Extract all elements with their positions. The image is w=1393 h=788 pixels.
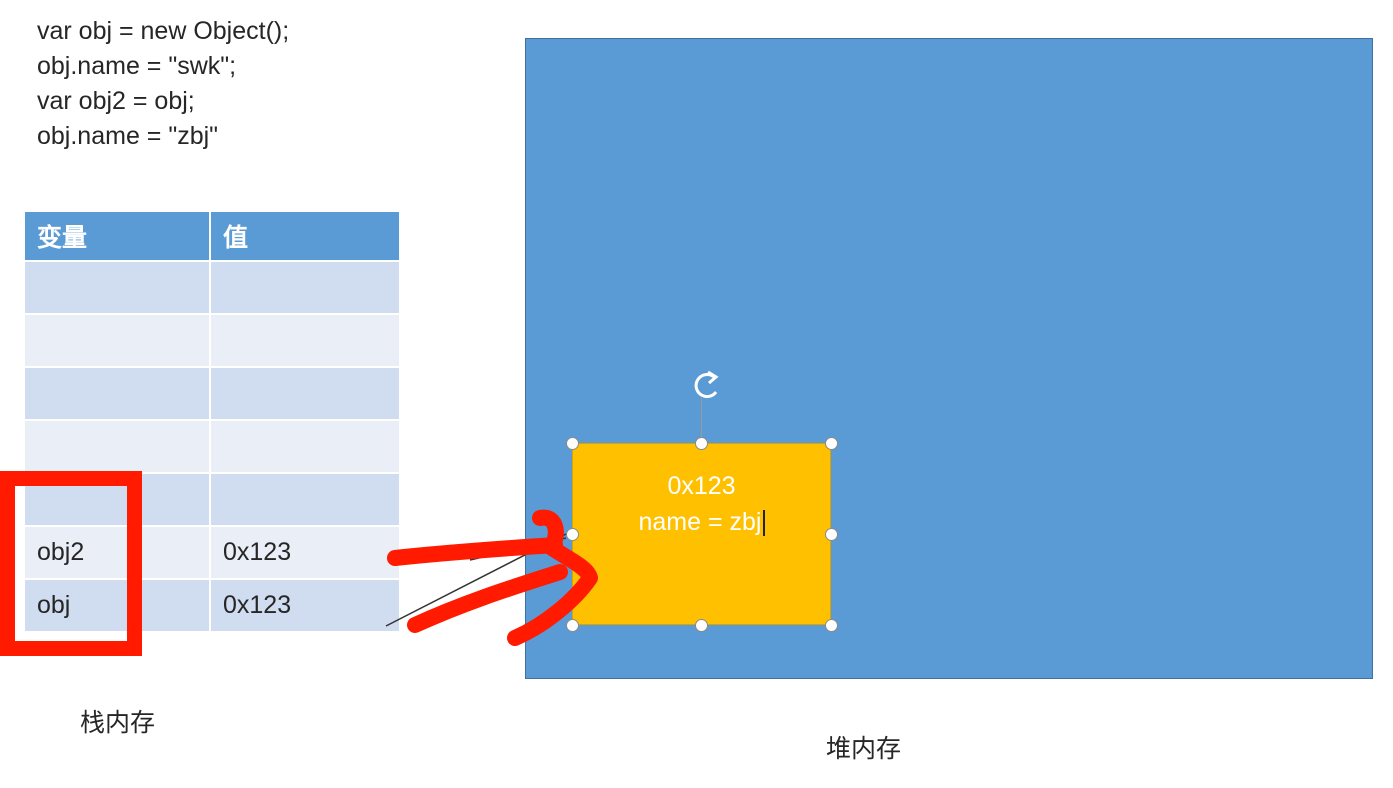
table-row (25, 421, 399, 474)
code-line: var obj2 = obj; (37, 87, 195, 115)
resize-handle[interactable] (825, 619, 838, 632)
table-header-row: 变量 值 (25, 212, 399, 262)
table-row (25, 368, 399, 421)
object-property: name = zbj (638, 508, 762, 536)
value-cell (211, 474, 399, 527)
resize-handle[interactable] (825, 437, 838, 450)
table-row (25, 262, 399, 315)
code-snippet: var obj = new Object(); obj.name = "swk"… (37, 14, 289, 154)
text-caret (762, 510, 765, 537)
resize-handle[interactable] (695, 437, 708, 450)
heap-caption: 堆内存 (826, 734, 902, 763)
resize-handle[interactable] (566, 437, 579, 450)
value-cell (211, 262, 399, 315)
object-property-line: name = zbj (573, 504, 830, 540)
resize-handle[interactable] (695, 619, 708, 632)
value-cell (211, 315, 399, 368)
object-address: 0x123 (667, 472, 736, 500)
value-cell: 0x123 (211, 527, 399, 580)
value-cell (211, 368, 399, 421)
code-line: obj.name = "zbj" (37, 122, 219, 150)
variable-cell (25, 421, 211, 474)
variable-cell (25, 315, 211, 368)
code-line: var obj = new Object(); (37, 17, 290, 45)
value-cell (211, 421, 399, 474)
stack-caption: 栈内存 (80, 708, 156, 737)
resize-handle[interactable] (566, 528, 579, 541)
header-value: 值 (211, 212, 399, 262)
heap-object[interactable]: 0x123 name = zbj (572, 443, 831, 625)
header-variable: 变量 (25, 212, 211, 262)
variable-cell (25, 368, 211, 421)
table-row (25, 315, 399, 368)
resize-handle[interactable] (825, 528, 838, 541)
annotation-box (0, 471, 142, 656)
variable-cell (25, 262, 211, 315)
value-cell: 0x123 (211, 580, 399, 633)
code-line: obj.name = "swk"; (37, 52, 237, 80)
resize-handle[interactable] (566, 619, 579, 632)
